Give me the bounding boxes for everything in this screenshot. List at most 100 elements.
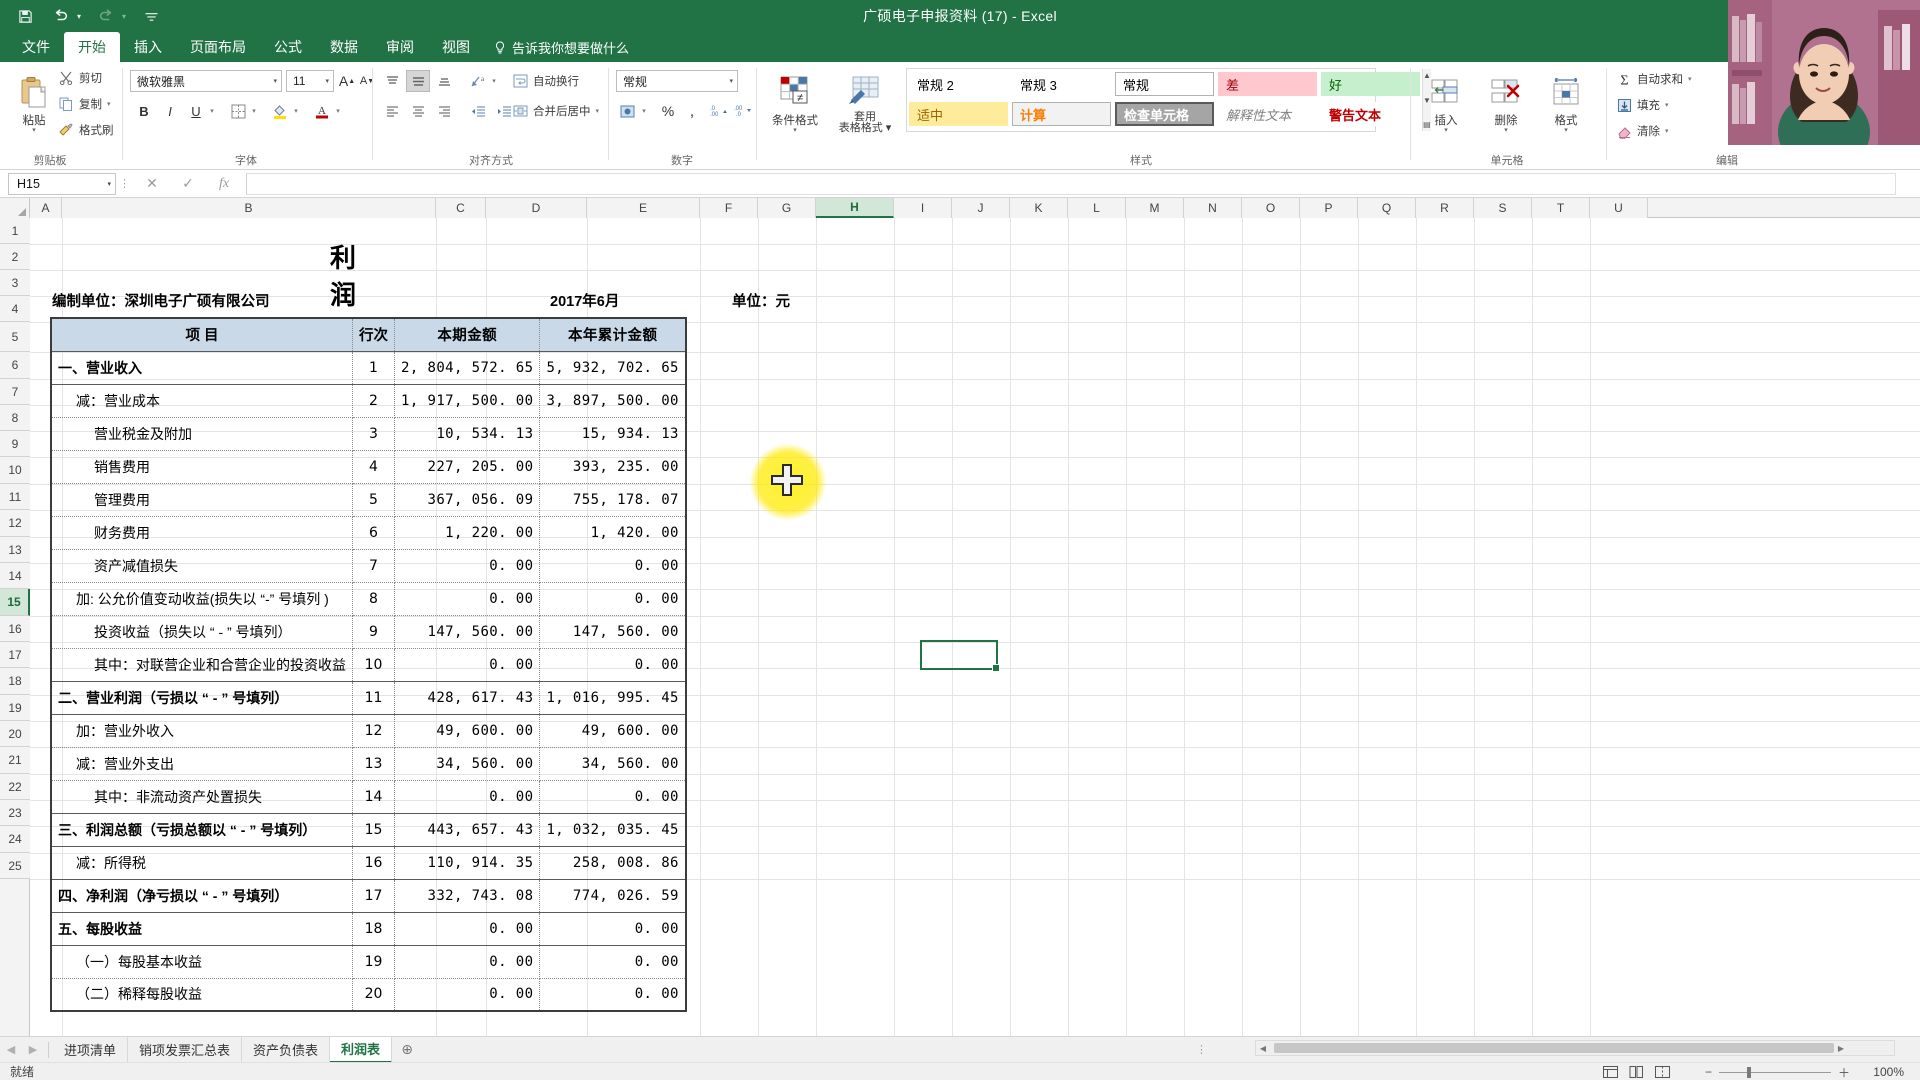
style-normal-2[interactable]: 常规 2 (909, 72, 1008, 96)
insert-function-icon[interactable]: fx (206, 173, 242, 195)
zoom-knob[interactable] (1746, 1066, 1751, 1078)
ribbon-tab-formulas[interactable]: 公式 (260, 32, 316, 62)
row-header-12[interactable]: 12 (0, 510, 30, 537)
style-good[interactable]: 好 (1321, 72, 1420, 96)
font-size-combo[interactable]: 11 ▾ (286, 70, 334, 92)
borders-button[interactable] (226, 100, 250, 122)
conditional-formatting-dropdown-icon[interactable]: ▾ (793, 127, 797, 134)
ribbon-tab-insert[interactable]: 插入 (120, 32, 176, 62)
row-header-25[interactable]: 25 (0, 853, 30, 879)
delete-cells-button[interactable]: 删除 ▾ (1478, 68, 1534, 134)
paste-dropdown-icon[interactable]: ▾ (32, 127, 36, 134)
insert-cells-dropdown-icon[interactable]: ▾ (1444, 127, 1448, 134)
table-row[interactable]: 管理费用 5 367, 056. 09 755, 178. 07 (50, 482, 687, 517)
table-row[interactable]: 营业税金及附加 3 10, 534. 13 15, 934. 13 (50, 416, 687, 451)
align-middle-button[interactable] (406, 70, 430, 92)
format-painter-button[interactable]: 格式刷 (58, 122, 114, 138)
row-header-23[interactable]: 23 (0, 800, 30, 826)
format-cells-button[interactable]: 格式 ▾ (1538, 68, 1594, 134)
table-row[interactable]: 减：所得税 16 110, 914. 35 258, 008. 86 (50, 845, 687, 880)
table-row[interactable]: （一）每股基本收益 19 0. 00 0. 00 (50, 944, 687, 979)
column-header-O[interactable]: O (1242, 198, 1300, 218)
percent-style-button[interactable]: % (656, 100, 680, 122)
table-row[interactable]: 销售费用 4 227, 205. 00 393, 235. 00 (50, 449, 687, 484)
align-right-button[interactable] (432, 100, 456, 122)
tab-split-handle[interactable]: ⋮ (1196, 1036, 1207, 1062)
bold-button[interactable]: B (132, 100, 156, 122)
table-row[interactable]: 投资收益（损失以 “ - ” 号填列） 9 147, 560. 00 147, 560… (50, 614, 687, 649)
underline-button[interactable]: U (184, 100, 208, 122)
cell-styles-gallery[interactable]: 常规 2 适中 常规 3 计算 常规 检查单元格 差 解释性文本 好 警告文本 … (906, 68, 1431, 132)
font-name-combo[interactable]: 微软雅黑 ▾ (130, 70, 282, 92)
column-header-K[interactable]: K (1010, 198, 1068, 218)
active-cell-selection[interactable] (920, 640, 1000, 672)
row-header-24[interactable]: 24 (0, 826, 30, 853)
page-break-preview-icon[interactable] (1654, 1066, 1670, 1079)
clear-button[interactable]: 清除 ▾ (1616, 123, 1669, 139)
insert-cells-button[interactable]: 插入 ▾ (1418, 68, 1474, 134)
cut-button[interactable]: 剪切 (58, 70, 102, 86)
ribbon-tab-review[interactable]: 审阅 (372, 32, 428, 62)
zoom-track[interactable] (1718, 1066, 1831, 1078)
table-row[interactable]: 财务费用 6 1, 220. 00 1, 420. 00 (50, 515, 687, 550)
column-header-M[interactable]: M (1126, 198, 1184, 218)
style-explanatory[interactable]: 解释性文本 (1218, 102, 1317, 126)
row-header-17[interactable]: 17 (0, 642, 30, 668)
next-sheet-icon[interactable]: ▶ (22, 1043, 44, 1056)
row-header-6[interactable]: 6 (0, 352, 30, 379)
row-header-3[interactable]: 3 (0, 270, 30, 296)
row-header-16[interactable]: 16 (0, 616, 30, 642)
table-row[interactable]: （二）稀释每股收益 20 0. 00 0. 00 (50, 977, 687, 1012)
scrollbar-thumb[interactable] (1274, 1043, 1834, 1053)
column-header-N[interactable]: N (1184, 198, 1242, 218)
cells-canvas[interactable]: 利 润 表 编制单位：深圳电子广硕有限公司 2017年6月 单位：元 项 目行次… (30, 218, 1920, 1036)
orientation-dropdown-icon[interactable]: ▾ (488, 70, 500, 92)
ribbon-tab-page-layout[interactable]: 页面布局 (176, 32, 260, 62)
column-header-J[interactable]: J (952, 198, 1010, 218)
name-box[interactable]: H15 ▾ (8, 172, 116, 195)
autosum-button[interactable]: Σ 自动求和 ▾ (1616, 71, 1692, 87)
format-as-table-button[interactable]: 套用 表格格式 ▾ (832, 68, 898, 134)
delete-cells-dropdown-icon[interactable]: ▾ (1504, 127, 1508, 134)
fill-color-dropdown-icon[interactable]: ▾ (290, 100, 302, 122)
row-header-1[interactable]: 1 (0, 218, 30, 244)
table-row[interactable]: 加: 公允价值变动收益(损失以 “-” 号填列 ) 8 0. 00 0. 00 (50, 581, 687, 616)
table-row[interactable]: 加：营业外收入 12 49, 600. 00 49, 600. 00 (50, 713, 687, 748)
ribbon-tab-file[interactable]: 文件 (8, 32, 64, 62)
column-header-G[interactable]: G (758, 198, 816, 218)
table-row[interactable]: 五、每股收益 18 0. 00 0. 00 (50, 911, 687, 946)
increase-decimal-button[interactable]: .0.00 (706, 100, 730, 122)
chevron-down-icon[interactable]: ▾ (729, 77, 733, 85)
page-layout-view-icon[interactable] (1628, 1066, 1644, 1079)
format-cells-dropdown-icon[interactable]: ▾ (1564, 127, 1568, 134)
clear-dropdown-icon[interactable]: ▾ (1665, 127, 1669, 135)
chevron-down-icon[interactable]: ▾ (107, 180, 111, 188)
fill-button[interactable]: 填充 ▾ (1616, 97, 1669, 113)
row-header-8[interactable]: 8 (0, 405, 30, 431)
style-warning-text[interactable]: 警告文本 (1321, 102, 1420, 126)
fill-dropdown-icon[interactable]: ▾ (1665, 101, 1669, 109)
merge-center-button[interactable]: 合并后居中 ▾ (512, 103, 599, 119)
ribbon-tab-data[interactable]: 数据 (316, 32, 372, 62)
table-row[interactable]: 减：营业外支出 13 34, 560. 00 34, 560. 00 (50, 746, 687, 781)
currency-format-button[interactable] (616, 100, 640, 122)
table-row[interactable]: 一、营业收入 1 2, 804, 572. 65 5, 932, 702. 65 (50, 350, 687, 385)
copy-dropdown-icon[interactable]: ▾ (107, 100, 111, 108)
chevron-down-icon[interactable]: ▾ (273, 77, 277, 85)
tell-me-box[interactable]: 告诉我你想要做什么 (484, 32, 639, 62)
table-row[interactable]: 资产减值损失 7 0. 00 0. 00 (50, 548, 687, 583)
orientation-button[interactable]: a (466, 70, 490, 92)
font-color-button[interactable]: A (310, 100, 334, 122)
row-header-22[interactable]: 22 (0, 774, 30, 800)
currency-dropdown-icon[interactable]: ▾ (638, 100, 650, 122)
style-neutral[interactable]: 适中 (909, 102, 1008, 126)
row-header-13[interactable]: 13 (0, 537, 30, 563)
zoom-out-icon[interactable]: − (1705, 1065, 1712, 1079)
column-header-I[interactable]: I (894, 198, 952, 218)
zoom-slider[interactable]: − ＋ (1705, 1063, 1850, 1080)
fill-color-button[interactable] (268, 100, 292, 122)
enter-formula-icon[interactable]: ✓ (170, 173, 206, 195)
row-header-20[interactable]: 20 (0, 721, 30, 747)
table-row[interactable]: 其中：非流动资产处置损失 14 0. 00 0. 00 (50, 779, 687, 814)
wrap-text-button[interactable]: 自动换行 (512, 73, 579, 89)
